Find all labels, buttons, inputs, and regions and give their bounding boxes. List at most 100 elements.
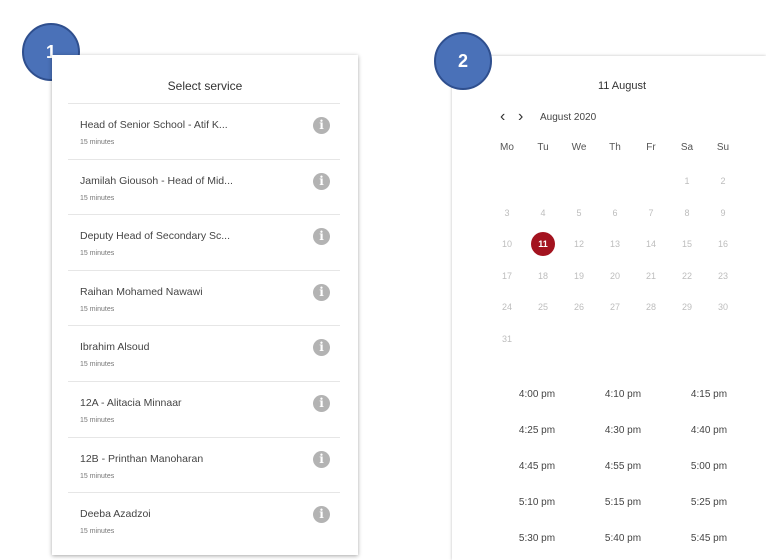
time-slot[interactable]: 4:30 pm [580,421,666,457]
info-icon[interactable]: i [313,339,330,357]
time-slot[interactable]: 5:45 pm [666,529,752,560]
calendar-day: 2 [720,176,726,186]
service-name: 12A - Alitacia Minnaar [80,396,182,409]
calendar-day: 14 [645,239,656,249]
service-name: Ibrahim Alsoud [80,341,150,354]
service-item[interactable]: Deeba Azadzoi 15 minutes i [68,492,340,548]
calendar-day: 6 [612,207,618,218]
service-name: Deeba Azadzoi [80,508,151,521]
weekday-label: Tu [537,142,549,153]
calendar-week: 3 4 5 6 7 8 9 [489,198,766,230]
chevron-right-icon[interactable]: › [518,109,536,125]
info-icon[interactable]: i [313,117,330,134]
time-slot[interactable]: 5:00 pm [666,457,752,493]
time-slot[interactable]: 4:45 pm [494,457,580,493]
calendar-day [561,166,597,198]
calendar-day [525,166,561,198]
time-slot[interactable]: 4:25 pm [494,421,580,457]
calendar-day [597,166,633,198]
service-item[interactable]: Deputy Head of Secondary Sc... 15 minute… [68,214,340,270]
calendar-day [633,324,669,356]
calendar-day [489,166,525,198]
service-item[interactable]: 12B - Printhan Manoharan 15 minutes i [68,436,340,493]
service-duration: 15 minutes [80,250,115,258]
time-slot[interactable]: 4:55 pm [580,457,666,493]
service-duration: 15 minutes [80,416,115,424]
time-slot[interactable]: 4:00 pm [494,385,580,421]
time-slot[interactable]: 4:40 pm [666,421,752,457]
calendar-day: 10 [501,239,512,249]
info-icon[interactable]: i [313,283,330,301]
calendar-day: 15 [681,239,692,249]
service-duration: 15 minutes [80,194,115,202]
date-time-panel: 11 August ‹ › August 2020 Mo Tu We Th Fr… [452,56,766,560]
calendar-day: 28 [645,302,656,312]
service-item[interactable]: Jamilah Giousoh - Head of Mid... 15 minu… [68,158,340,215]
calendar-week: 24 25 26 27 28 29 30 [489,292,766,324]
weekday-label: Th [609,142,621,153]
calendar-day: 1 [684,176,690,186]
month-label: August 2020 [540,111,597,123]
calendar-day: 21 [645,270,656,281]
calendar-day: 8 [684,207,690,218]
service-item[interactable]: 12A - Alitacia Minnaar 15 minutes i [68,380,340,437]
weekday-label: Mo [500,142,514,153]
calendar-day: 16 [717,239,728,249]
time-slot[interactable]: 5:10 pm [494,493,580,529]
info-icon[interactable]: i [313,228,330,246]
calendar-day: 4 [540,207,546,218]
weekday-label: Sa [680,142,694,153]
service-name: Raihan Mohamed Nawawi [80,285,203,298]
time-slot[interactable]: 5:15 pm [580,493,666,529]
service-item[interactable]: Head of Senior School - Atif K... 15 min… [68,103,340,159]
service-name: Head of Senior School - Atif K... [80,119,228,131]
calendar-day: 7 [648,207,654,218]
calendar-day [669,324,705,356]
calendar-day: 22 [681,270,692,281]
service-item[interactable]: Ibrahim Alsoud 15 minutes i [68,325,340,381]
calendar-day: 24 [501,302,512,312]
calendar-day: 3 [504,207,510,218]
calendar-day: 17 [501,270,512,281]
calendar-day: 23 [717,270,728,281]
calendar-day: 30 [717,302,728,312]
calendar-day [597,324,633,356]
calendar-day: 9 [720,207,726,218]
info-icon[interactable]: i [313,506,330,524]
calendar-day [633,166,669,198]
calendar-day: 27 [609,302,620,312]
service-duration: 15 minutes [80,139,115,146]
calendar-day: 18 [537,270,548,281]
time-slot[interactable]: 4:10 pm [580,385,666,421]
info-icon[interactable]: i [313,394,330,412]
calendar-day [561,324,597,356]
service-duration: 15 minutes [80,361,115,369]
time-slot[interactable]: 5:25 pm [666,493,752,529]
time-slot[interactable]: 5:30 pm [494,529,580,560]
calendar-day: 26 [573,302,584,312]
calendar-week: 10 11 12 13 14 15 16 [489,229,766,261]
info-icon[interactable]: i [313,172,330,190]
calendar-week: 1 2 [489,166,766,198]
info-icon[interactable]: i [313,450,330,468]
service-duration: 15 minutes [80,305,115,313]
calendar-grid: Mo Tu We Th Fr Sa Su 1 2 3 4 5 6 7 8 9 1… [489,136,766,355]
calendar-day-selected[interactable]: 11 [525,229,561,261]
service-list: Head of Senior School - Atif K... 15 min… [68,103,340,548]
chevron-left-icon[interactable]: ‹ [500,109,518,125]
service-name: Jamilah Giousoh - Head of Mid... [80,174,233,187]
calendar-day: 19 [573,270,584,281]
weekday-label: Fr [646,142,656,153]
time-slot[interactable]: 5:40 pm [580,529,666,560]
weekday-label: We [571,142,587,153]
weekday-label: Su [716,142,730,153]
panel-title: Select service [167,79,243,93]
select-service-panel: Select service Head of Senior School - A… [52,55,358,555]
calendar-day: 25 [537,302,548,312]
service-duration: 15 minutes [80,528,115,536]
time-slot[interactable]: 4:15 pm [666,385,752,421]
calendar-day: 13 [609,239,620,249]
service-item[interactable]: Raihan Mohamed Nawawi 15 minutes i [68,269,340,326]
weekday-header: Mo Tu We Th Fr Sa Su [489,136,766,166]
calendar-week: 17 18 19 20 21 22 23 [489,261,766,293]
